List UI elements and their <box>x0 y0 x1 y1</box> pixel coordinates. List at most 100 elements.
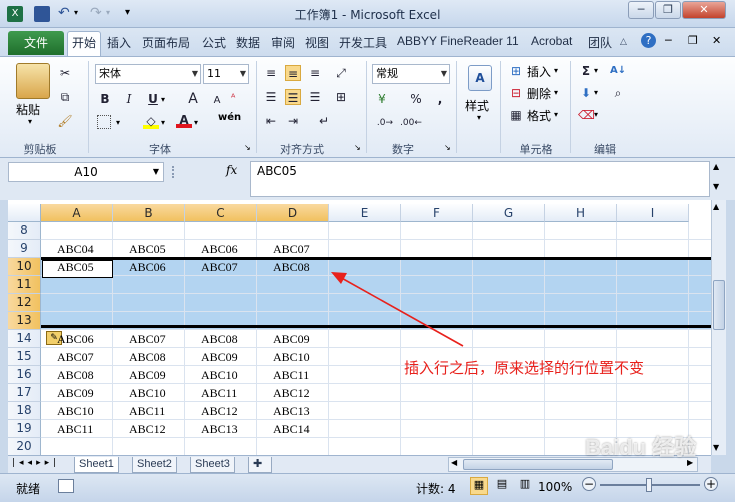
format-cells-icon[interactable]: ▦ <box>508 107 524 123</box>
insert-dropdown-icon[interactable]: ▾ <box>554 66 558 75</box>
format-dropdown-icon[interactable]: ▾ <box>554 110 558 119</box>
fill-icon[interactable]: ⬇ <box>578 85 594 101</box>
new-sheet-icon[interactable]: ✚ <box>248 457 272 473</box>
comma-button[interactable]: , <box>432 91 448 107</box>
align-right-icon[interactable]: ☰ <box>307 89 323 105</box>
autosum-button[interactable]: Σ <box>578 63 594 79</box>
cell-d9[interactable]: ABC07 <box>273 242 310 257</box>
orientation-icon[interactable]: ⤢ <box>333 65 349 81</box>
collapse-ribbon-icon[interactable]: △ <box>620 37 627 47</box>
cell-b17[interactable]: ABC10 <box>129 386 166 401</box>
align-top-icon[interactable]: ≡ <box>263 65 279 81</box>
clear-icon[interactable]: ⌫ <box>578 107 595 123</box>
cell-a19[interactable]: ABC11 <box>57 422 93 437</box>
zoom-out-button[interactable]: − <box>582 477 596 491</box>
cell-d16[interactable]: ABC11 <box>273 368 309 383</box>
clear-dropdown-icon[interactable]: ▾ <box>594 110 598 119</box>
cell-c14[interactable]: ABC08 <box>201 332 238 347</box>
align-left-icon[interactable]: ☰ <box>263 89 279 105</box>
page-layout-view-icon[interactable]: ▤ <box>493 477 511 495</box>
sheet-tab-3[interactable]: Sheet3 <box>190 457 235 473</box>
scroll-left-icon[interactable]: ◀ <box>451 458 457 467</box>
phonetic-icon[interactable]: ᴬ <box>231 93 235 104</box>
align-bottom-icon[interactable]: ≡ <box>307 65 323 81</box>
formula-bar-collapse-icon[interactable]: ▼ <box>713 182 719 191</box>
delete-cells-button[interactable]: 删除 <box>527 85 551 102</box>
paste-dropdown-icon[interactable]: ▾ <box>28 117 32 126</box>
paste-button[interactable]: 粘贴 <box>16 101 40 118</box>
fill-color-icon[interactable]: ◇ <box>143 113 159 129</box>
decrease-decimal-icon[interactable]: .00← <box>400 115 422 131</box>
tab-developer[interactable]: 开发工具 <box>339 34 387 51</box>
cell-c15[interactable]: ABC09 <box>201 350 238 365</box>
find-select-icon[interactable]: ⌕ <box>610 85 626 101</box>
minimize-button[interactable]: ─ <box>628 1 654 19</box>
tab-page-layout[interactable]: 页面布局 <box>142 34 190 51</box>
font-color-dropdown-icon[interactable]: ▾ <box>194 118 198 127</box>
wen-phonetic-button[interactable]: wén <box>218 112 241 123</box>
cell-d15[interactable]: ABC10 <box>273 350 310 365</box>
cell-b10[interactable]: ABC06 <box>129 260 166 275</box>
cell-a17[interactable]: ABC09 <box>57 386 94 401</box>
font-size-combo[interactable]: 11 ▼ <box>203 64 249 84</box>
vertical-scrollbar[interactable]: ▲ ▼ <box>711 200 726 455</box>
tab-data[interactable]: 数据 <box>236 34 260 51</box>
cell-b18[interactable]: ABC11 <box>129 404 165 419</box>
align-center-icon[interactable]: ☰ <box>285 89 301 105</box>
cell-a15[interactable]: ABC07 <box>57 350 94 365</box>
insert-cells-button[interactable]: 插入 <box>527 63 551 80</box>
cell-b14[interactable]: ABC07 <box>129 332 166 347</box>
splitter-handle[interactable] <box>172 166 178 178</box>
scroll-thumb[interactable] <box>713 280 725 330</box>
cell-c9[interactable]: ABC06 <box>201 242 238 257</box>
number-format-combo[interactable]: 常规 ▼ <box>372 64 450 84</box>
currency-icon[interactable]: ¥ <box>374 91 390 107</box>
tab-acrobat[interactable]: Acrobat <box>531 34 572 48</box>
name-box-dropdown-icon[interactable]: ▼ <box>153 163 159 181</box>
zoom-level[interactable]: 100% <box>538 480 572 494</box>
cell-c16[interactable]: ABC10 <box>201 368 238 383</box>
page-break-view-icon[interactable]: ▥ <box>516 477 534 495</box>
macro-record-icon[interactable] <box>58 479 74 493</box>
tab-home[interactable]: 开始 <box>67 31 101 56</box>
cell-a10[interactable]: ABC05 <box>57 260 94 275</box>
cell-c17[interactable]: ABC11 <box>201 386 237 401</box>
cell-b19[interactable]: ABC12 <box>129 422 166 437</box>
align-middle-icon[interactable]: ≡ <box>285 65 301 81</box>
paste-icon[interactable] <box>16 63 50 99</box>
wrap-text-icon[interactable]: ↵ <box>316 113 332 129</box>
format-cells-button[interactable]: 格式 <box>527 107 551 124</box>
tab-view[interactable]: 视图 <box>305 34 329 51</box>
font-dialog-launcher-icon[interactable]: ↘ <box>244 143 251 152</box>
fill-dropdown-icon[interactable]: ▾ <box>161 118 165 127</box>
cell-d10[interactable]: ABC08 <box>273 260 310 275</box>
cell-d17[interactable]: ABC12 <box>273 386 310 401</box>
close-button[interactable]: ✕ <box>682 1 726 19</box>
tab-review[interactable]: 审阅 <box>271 34 295 51</box>
format-painter-icon[interactable]: 🖌 <box>57 113 73 129</box>
cell-a14[interactable]: ABC06 <box>57 332 94 347</box>
tab-team[interactable]: 团队 <box>588 34 612 51</box>
underline-button[interactable]: U <box>145 91 161 107</box>
tab-formulas[interactable]: 公式 <box>202 34 226 51</box>
cell-a16[interactable]: ABC08 <box>57 368 94 383</box>
cell-c18[interactable]: ABC12 <box>201 404 238 419</box>
help-icon[interactable]: ? <box>641 33 656 48</box>
borders-dropdown-icon[interactable]: ▾ <box>116 118 120 127</box>
cell-d19[interactable]: ABC14 <box>273 422 310 437</box>
cut-icon[interactable]: ✂ <box>57 65 73 81</box>
delete-cells-icon[interactable]: ⊟ <box>508 85 524 101</box>
formula-input[interactable]: ABC05 <box>250 161 710 197</box>
grow-font-button[interactable]: A <box>185 91 201 107</box>
increase-decimal-icon[interactable]: .0→ <box>374 115 396 131</box>
name-box[interactable]: A10 ▼ <box>8 162 164 182</box>
doc-restore-icon[interactable]: ❐ <box>688 34 698 47</box>
font-name-combo[interactable]: 宋体 ▼ <box>95 64 201 84</box>
normal-view-icon[interactable]: ▦ <box>470 477 488 495</box>
italic-button[interactable]: I <box>121 91 137 107</box>
worksheet-grid[interactable]: ABCDEFGHI 8 9 ABC04 ABC05 ABC06 ABC07 10 ABC05 A… <box>8 200 711 455</box>
cell-b9[interactable]: ABC05 <box>129 242 166 257</box>
styles-button[interactable]: 样式 <box>465 97 489 114</box>
sheet-tab-1[interactable]: Sheet1 <box>74 457 119 473</box>
scroll-down-icon[interactable]: ▼ <box>713 443 719 452</box>
